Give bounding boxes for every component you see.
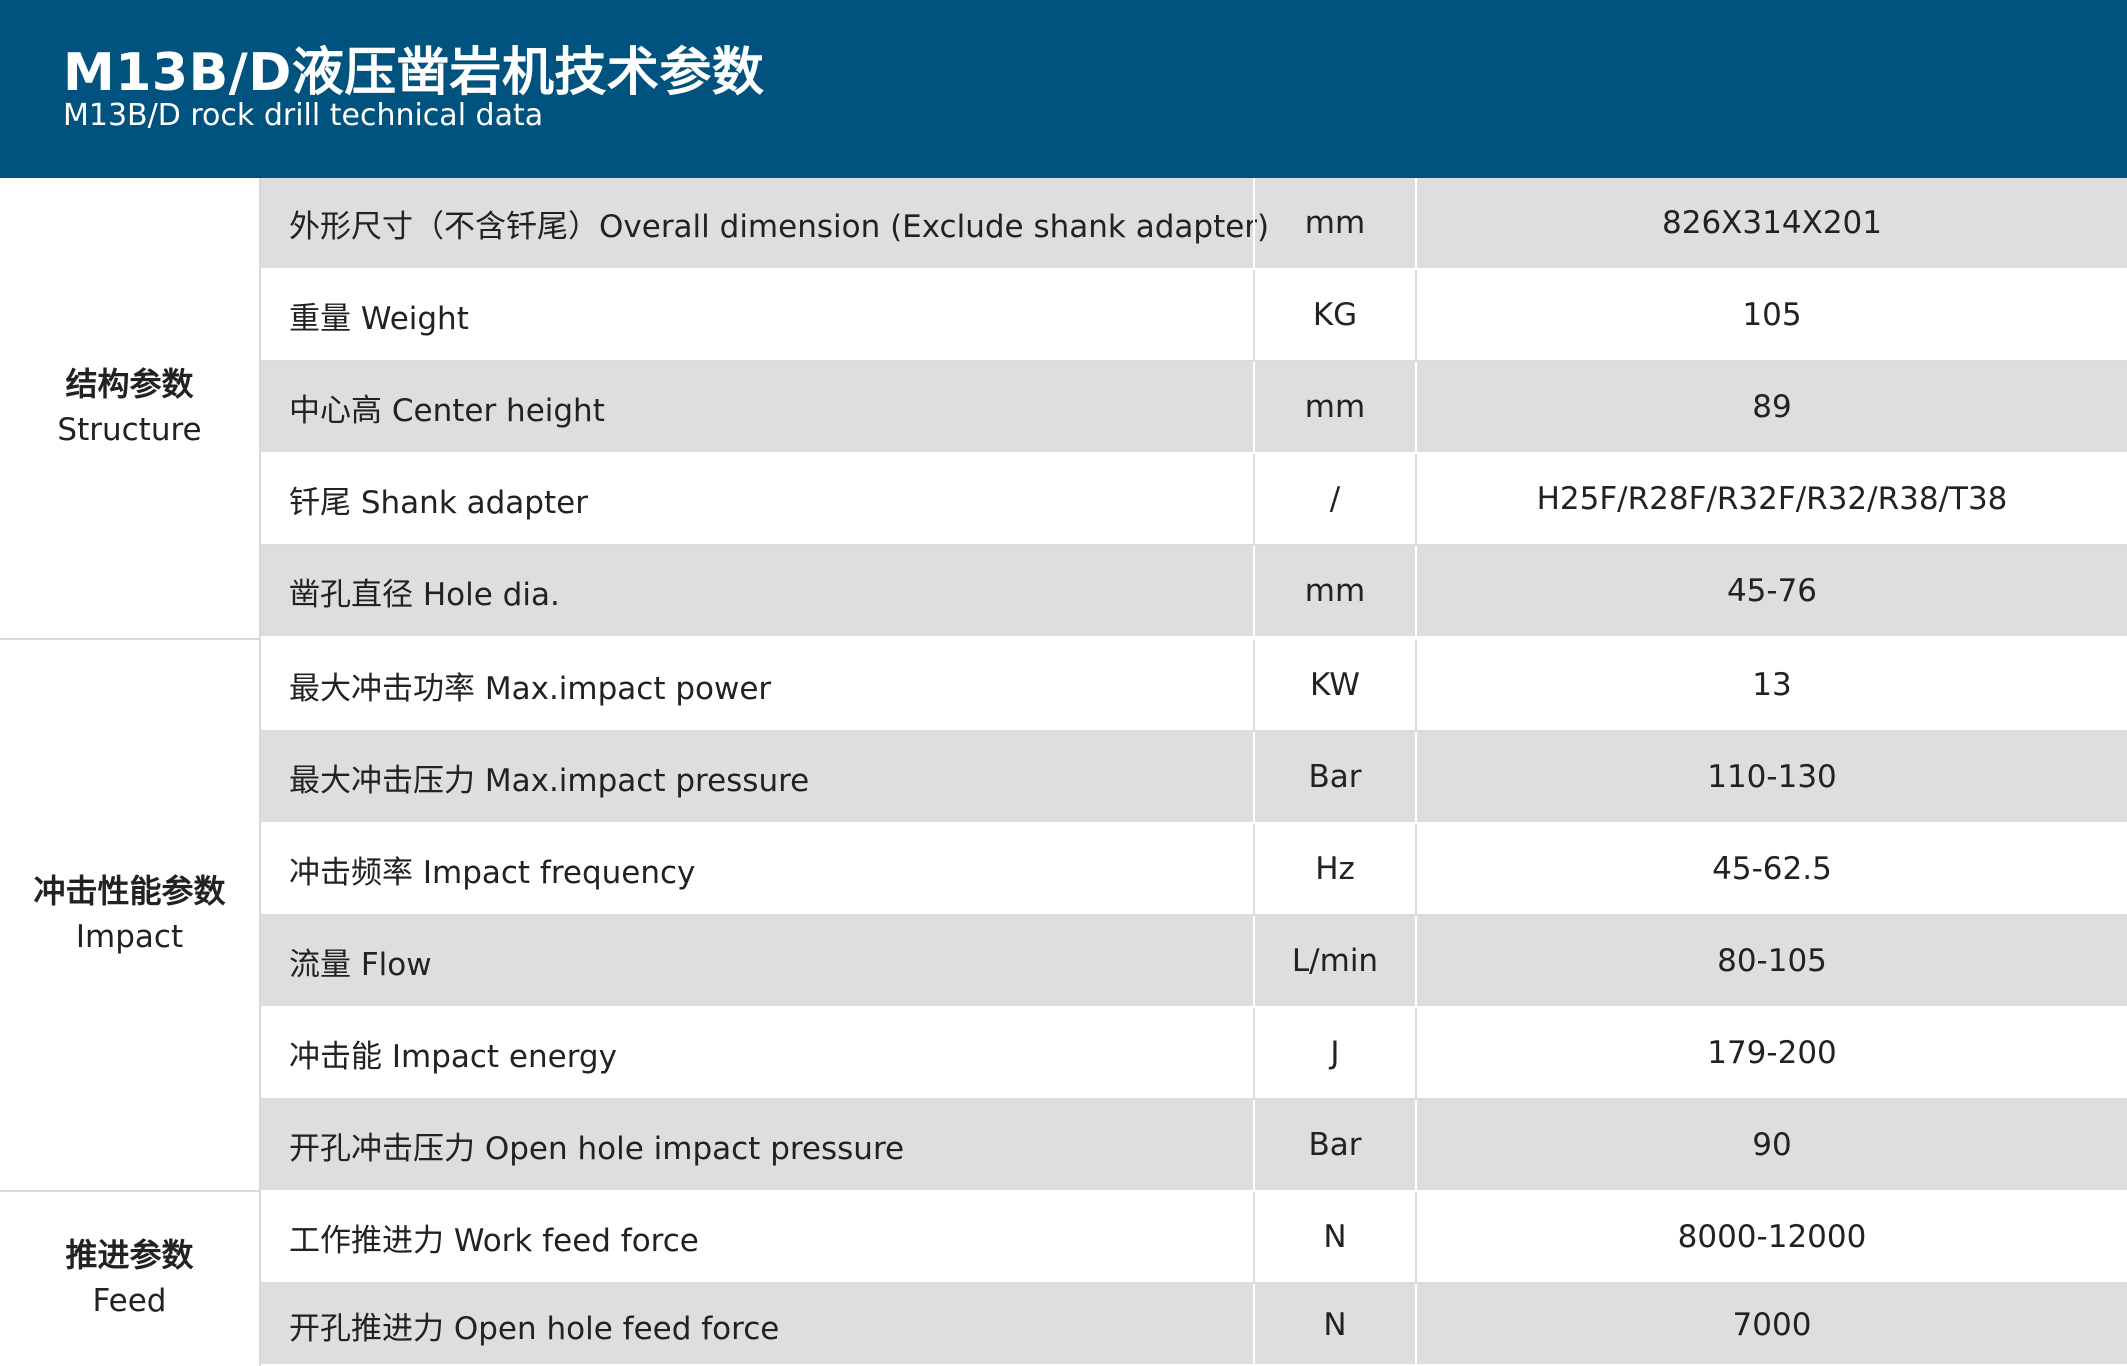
table-row: 钎尾 Shank adapter / H25F/R28F/R32F/R32/R3… <box>261 454 2127 546</box>
param-label: 最大冲击功率 Max.impact power <box>289 670 772 707</box>
table-row: 外形尺寸（不含钎尾）Overall dimension (Exclude sha… <box>261 178 2127 270</box>
group-label-zh: 冲击性能参数 <box>33 872 226 910</box>
param-label: 最大冲击压力 Max.impact pressure <box>289 762 810 799</box>
group-label-en: Impact <box>75 919 184 955</box>
param-unit: L/min <box>1253 916 1417 1006</box>
group-structure: 结构参数 Structure <box>0 178 261 640</box>
param-label: 中心高 Center height <box>289 392 605 429</box>
param-unit: Bar <box>1253 732 1417 822</box>
param-value: 7000 <box>1732 1307 1812 1343</box>
param-unit: KW <box>1253 640 1417 730</box>
param-value: 110-130 <box>1707 759 1837 795</box>
param-label: 钎尾 Shank adapter <box>289 484 588 521</box>
group-label-en: Structure <box>57 412 202 448</box>
param-unit: / <box>1253 454 1417 544</box>
table-row: 重量 Weight KG 105 <box>261 270 2127 362</box>
page-header: M13B/D液压凿岩机技术参数 M13B/D rock drill techni… <box>0 0 2127 178</box>
param-label: 外形尺寸（不含钎尾）Overall dimension (Exclude sha… <box>289 208 1270 245</box>
param-unit: mm <box>1253 362 1417 452</box>
table-row: 最大冲击功率 Max.impact power KW 13 <box>261 640 2127 732</box>
param-value: 45-76 <box>1726 573 1818 609</box>
table-row: 最大冲击压力 Max.impact pressure Bar 110-130 <box>261 732 2127 824</box>
param-unit: N <box>1253 1284 1417 1366</box>
table-row: 工作推进力 Work feed force N 8000-12000 <box>261 1192 2127 1284</box>
param-unit: mm <box>1253 546 1417 636</box>
param-value: 89 <box>1752 389 1792 425</box>
param-unit: J <box>1253 1008 1417 1098</box>
table-row: 开孔推进力 Open hole feed force N 7000 <box>261 1284 2127 1366</box>
param-value: H25F/R28F/R32F/R32/R38/T38 <box>1536 481 2008 517</box>
param-label: 冲击频率 Impact frequency <box>289 854 696 891</box>
param-value: 179-200 <box>1707 1035 1837 1071</box>
param-unit: Hz <box>1253 824 1417 914</box>
param-value: 826X314X201 <box>1662 205 1882 241</box>
group-label-en: Feed <box>92 1283 167 1319</box>
table-row: 流量 Flow L/min 80-105 <box>261 916 2127 1008</box>
param-unit: mm <box>1253 178 1417 268</box>
table-row: 冲击频率 Impact frequency Hz 45-62.5 <box>261 824 2127 916</box>
param-label: 冲击能 Impact energy <box>289 1038 617 1075</box>
param-label: 重量 Weight <box>289 300 469 337</box>
group-feed: 推进参数 Feed <box>0 1192 261 1366</box>
param-label: 开孔推进力 Open hole feed force <box>289 1310 780 1347</box>
param-value: 8000-12000 <box>1677 1219 1867 1255</box>
param-value: 80-105 <box>1717 943 1827 979</box>
param-value: 45-62.5 <box>1712 851 1832 887</box>
param-value: 105 <box>1742 297 1802 333</box>
table-row: 凿孔直径 Hole dia. mm 45-76 <box>261 546 2127 638</box>
group-label-zh: 结构参数 <box>65 365 194 403</box>
param-label: 开孔冲击压力 Open hole impact pressure <box>289 1130 905 1167</box>
param-value: 13 <box>1752 667 1792 703</box>
group-label-zh: 推进参数 <box>65 1236 194 1274</box>
table-row: 冲击能 Impact energy J 179-200 <box>261 1008 2127 1100</box>
spec-table: 结构参数 Structure 冲击性能参数 Impact 推进参数 Feed 外… <box>0 178 2127 1366</box>
group-impact: 冲击性能参数 Impact <box>0 640 261 1192</box>
param-value: 90 <box>1752 1127 1792 1163</box>
page-title: M13B/D液压凿岩机技术参数 <box>63 43 765 103</box>
param-unit: N <box>1253 1192 1417 1282</box>
param-unit: Bar <box>1253 1100 1417 1190</box>
table-row: 开孔冲击压力 Open hole impact pressure Bar 90 <box>261 1100 2127 1192</box>
table-row: 中心高 Center height mm 89 <box>261 362 2127 454</box>
param-label: 流量 Flow <box>289 946 432 983</box>
param-label: 凿孔直径 Hole dia. <box>289 576 560 613</box>
param-unit: KG <box>1253 270 1417 360</box>
param-label: 工作推进力 Work feed force <box>289 1222 699 1259</box>
page-subtitle: M13B/D rock drill technical data <box>63 98 544 133</box>
